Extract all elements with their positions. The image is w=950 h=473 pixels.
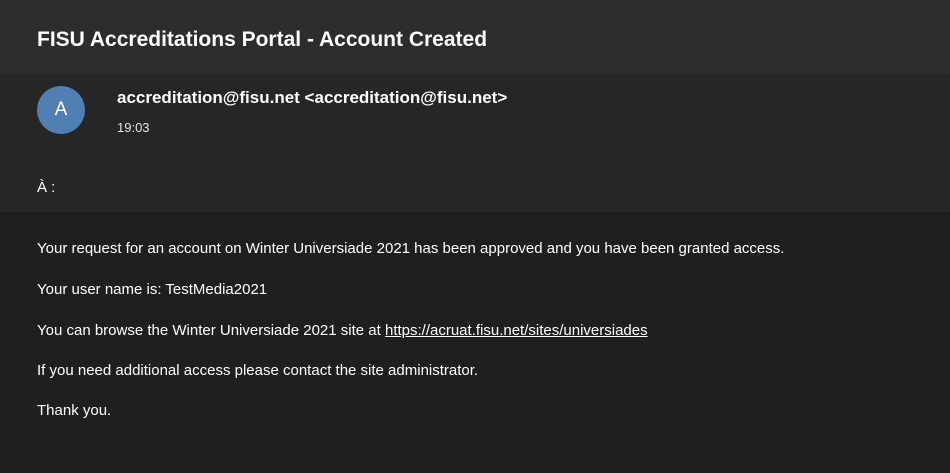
site-link[interactable]: https://acruat.fisu.net/sites/universiad… bbox=[385, 322, 648, 339]
avatar-letter: A bbox=[54, 99, 68, 120]
body-line-username: Your user name is: TestMedia2021 bbox=[37, 281, 268, 298]
body-line-approval: Your request for an account on Winter Un… bbox=[37, 240, 785, 257]
browse-text: You can browse the Winter Universiade 20… bbox=[37, 322, 385, 339]
body-line-thanks: Thank you. bbox=[37, 402, 112, 419]
email-subject: FISU Accreditations Portal - Account Cre… bbox=[37, 28, 488, 51]
sender-address[interactable]: accreditation@fisu.net <accreditation@fi… bbox=[117, 88, 507, 108]
subject-bar: FISU Accreditations Portal - Account Cre… bbox=[0, 0, 950, 74]
sender-avatar[interactable]: A bbox=[37, 86, 85, 134]
email-time: 19:03 bbox=[117, 120, 150, 135]
body-line-contact: If you need additional access please con… bbox=[37, 362, 479, 379]
body-line-browse: You can browse the Winter Universiade 20… bbox=[37, 322, 648, 339]
recipient-label: À : bbox=[37, 179, 56, 196]
